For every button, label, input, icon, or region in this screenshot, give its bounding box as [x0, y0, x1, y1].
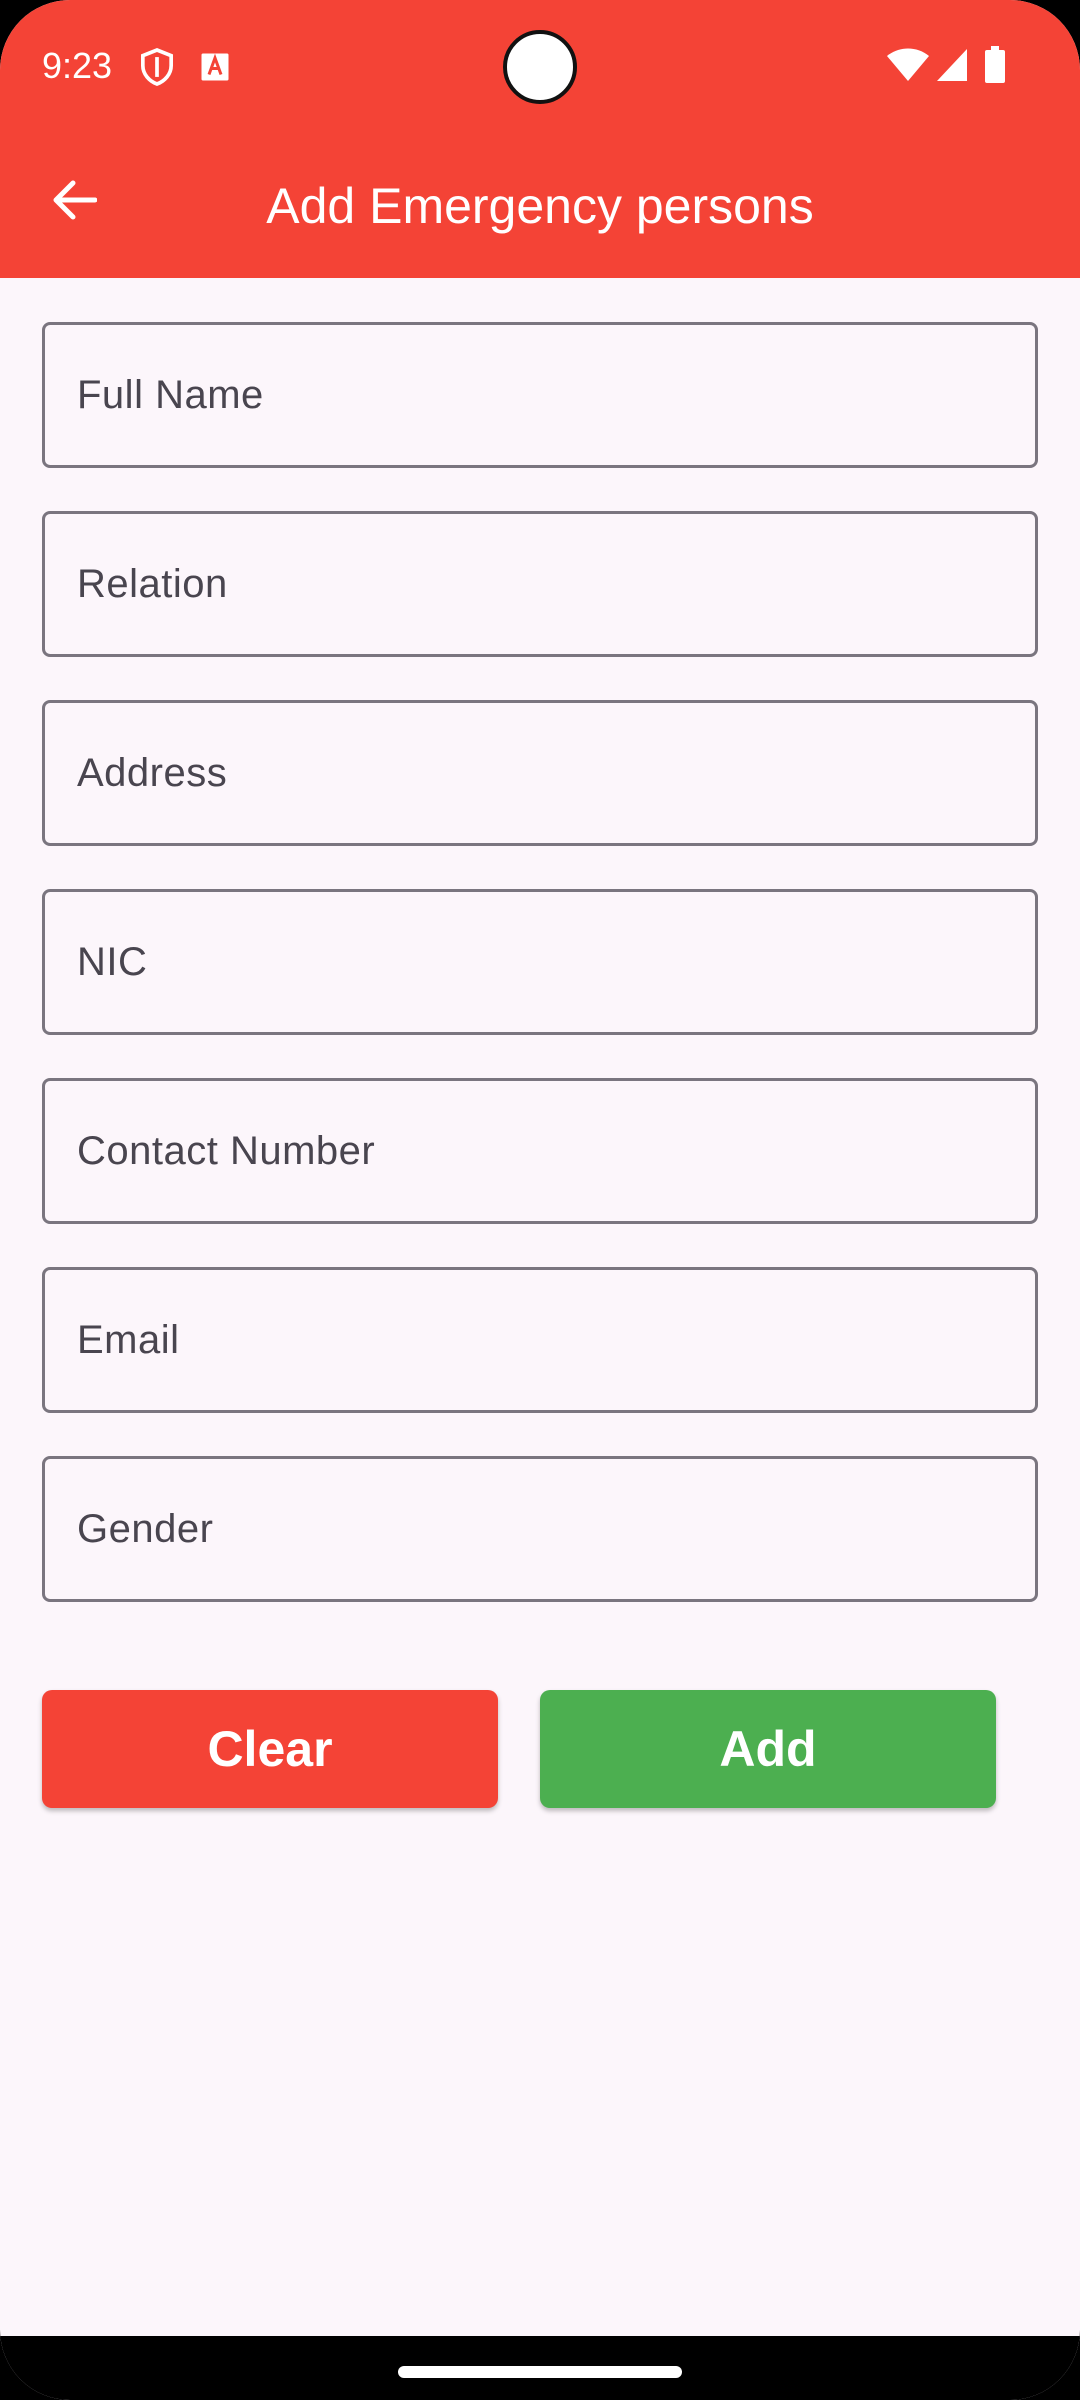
- gender-placeholder: Gender: [77, 1506, 214, 1551]
- front-camera: [503, 30, 577, 104]
- status-time: 9:23: [42, 45, 113, 86]
- email-placeholder: Email: [77, 1317, 180, 1362]
- page-title: Add Emergency persons: [266, 178, 814, 234]
- relation-field[interactable]: Relation: [42, 511, 1038, 657]
- email-field[interactable]: Email: [42, 1267, 1038, 1413]
- contact-number-field[interactable]: Contact Number: [42, 1078, 1038, 1224]
- clear-button[interactable]: Clear: [42, 1690, 498, 1808]
- cellular-signal-icon: [936, 48, 968, 87]
- nic-field[interactable]: NIC: [42, 889, 1038, 1035]
- add-button[interactable]: Add: [540, 1690, 996, 1808]
- full-name-placeholder: Full Name: [77, 372, 264, 417]
- home-gesture-handle[interactable]: [398, 2366, 682, 2378]
- app-screen: 9:23 Add Emergency persons Full Name Rel…: [0, 0, 1080, 2400]
- app-bar: 9:23 Add Emergency persons: [0, 0, 1080, 278]
- battery-icon: [984, 46, 1006, 89]
- full-name-field[interactable]: Full Name: [42, 322, 1038, 468]
- wifi-icon: [886, 48, 930, 87]
- shield-icon: [140, 48, 174, 91]
- font-icon: [200, 52, 230, 87]
- address-placeholder: Address: [77, 750, 228, 795]
- contact-number-placeholder: Contact Number: [77, 1128, 376, 1173]
- address-field[interactable]: Address: [42, 700, 1038, 846]
- gender-field[interactable]: Gender: [42, 1456, 1038, 1602]
- relation-placeholder: Relation: [77, 561, 228, 606]
- nic-placeholder: NIC: [77, 939, 148, 984]
